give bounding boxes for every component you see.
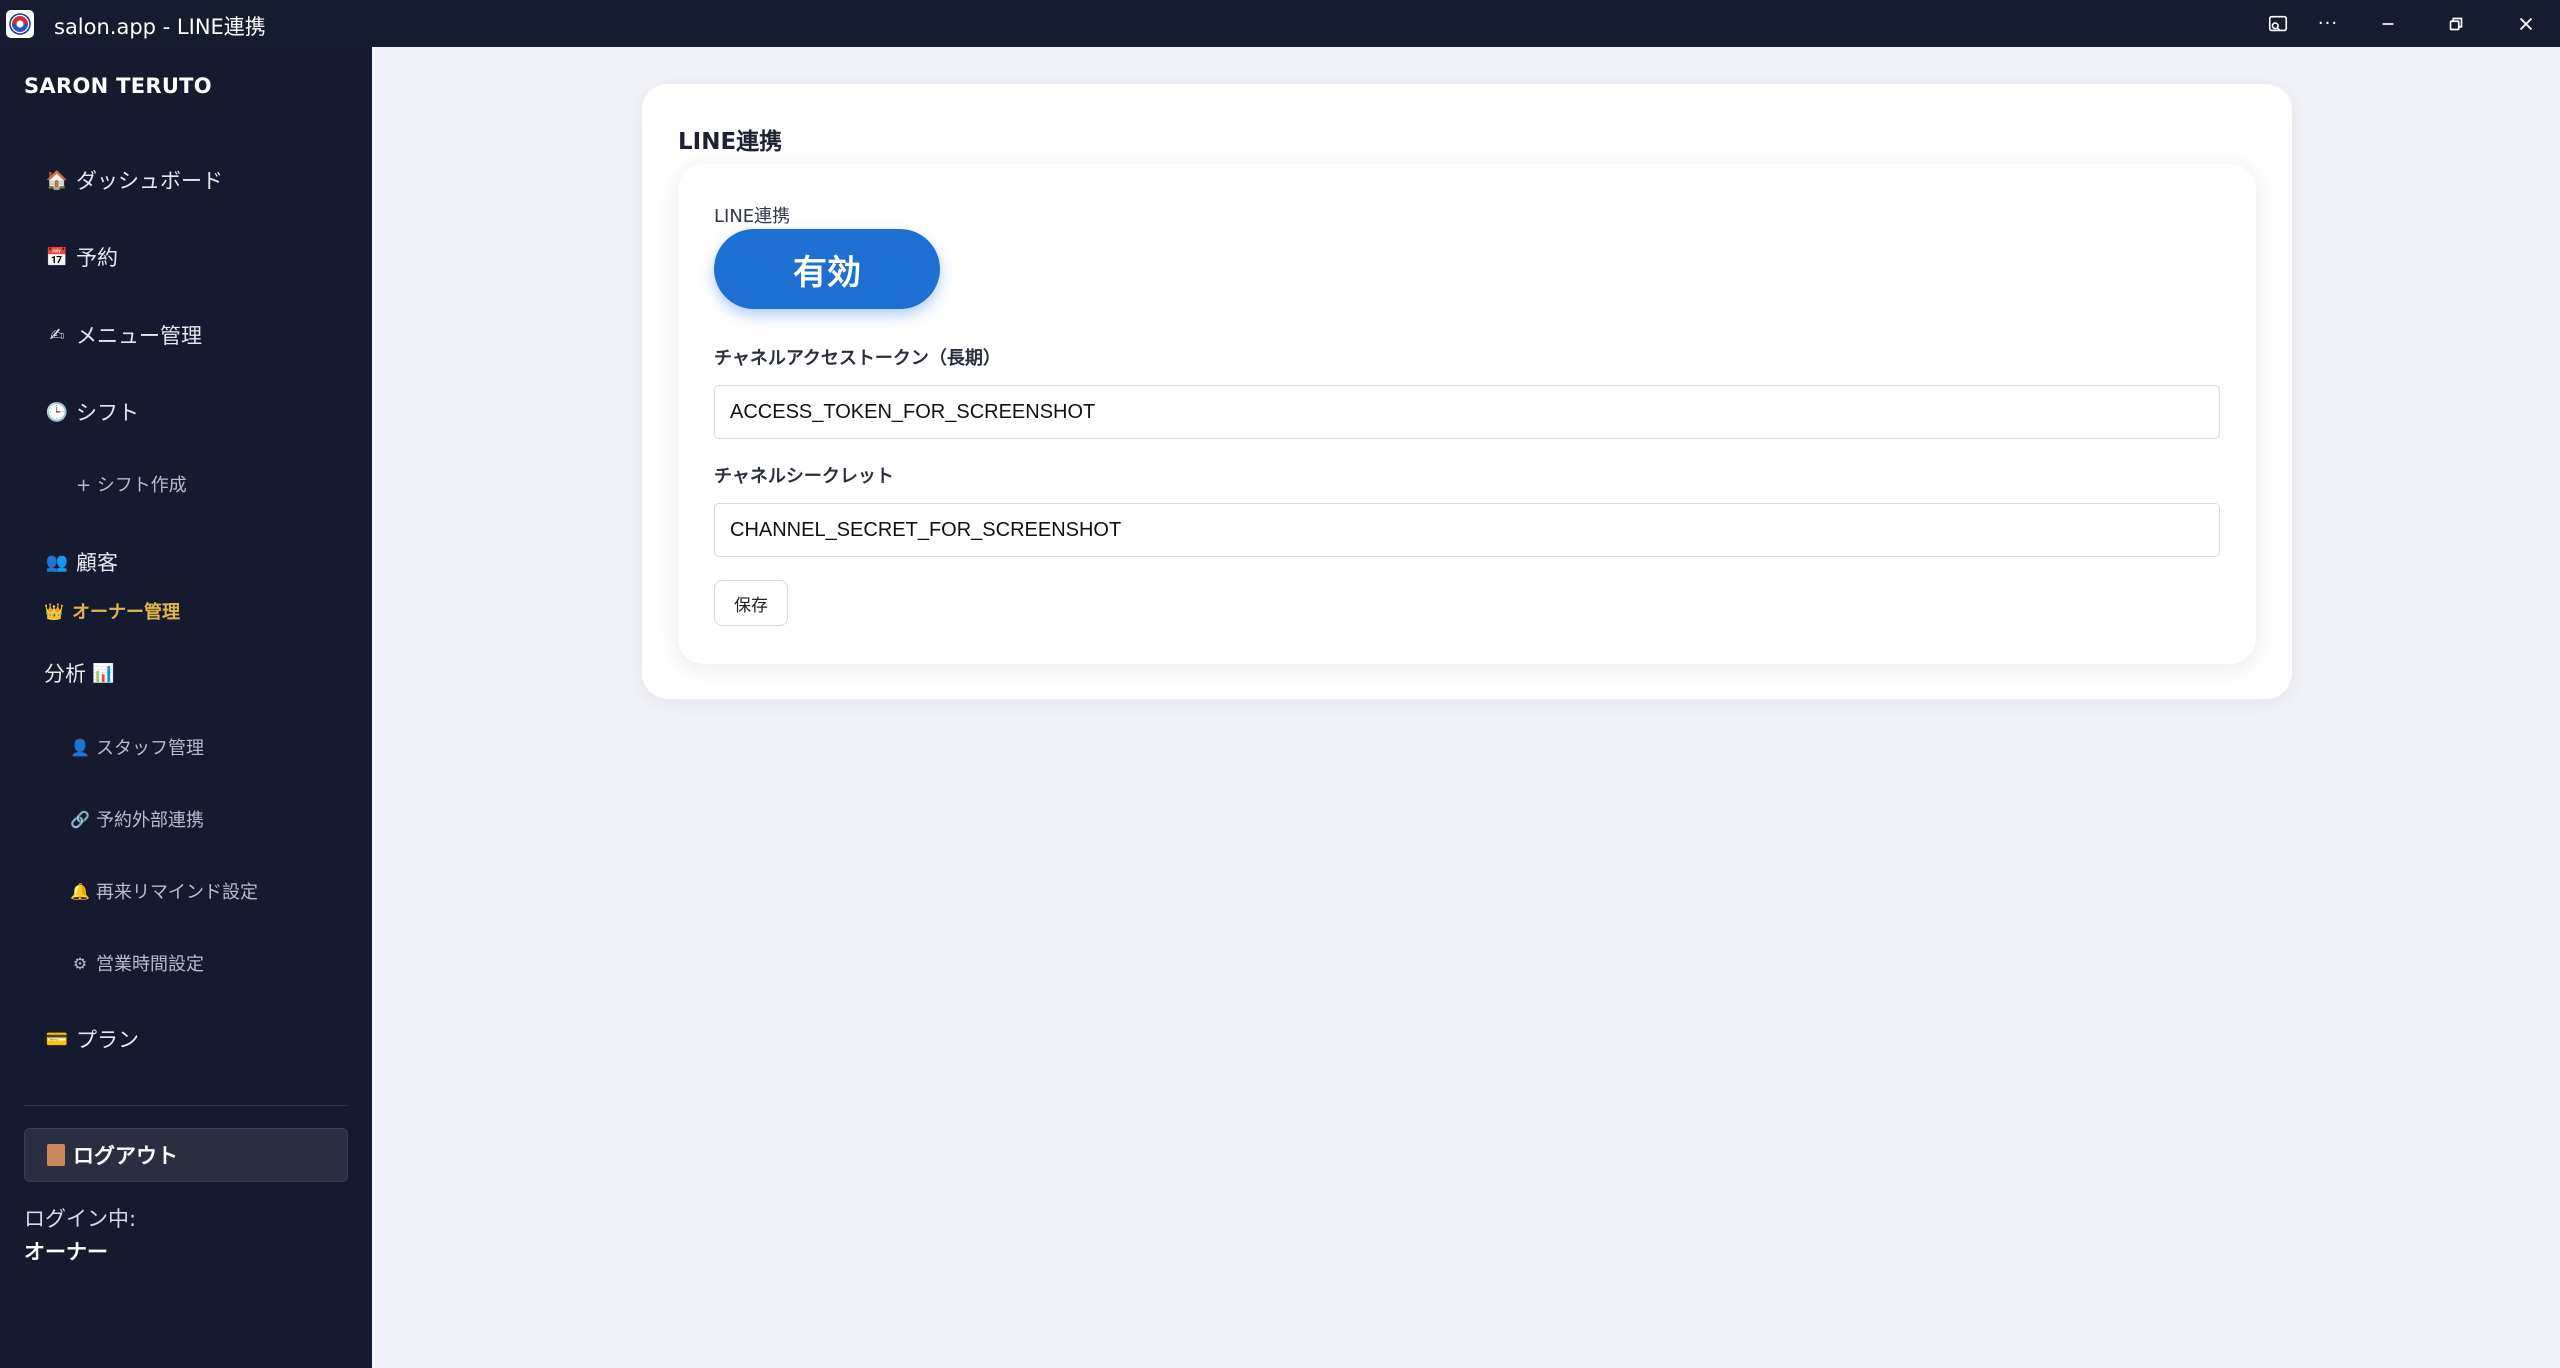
line-enable-toggle[interactable]: 有効 <box>714 229 940 309</box>
sidebar-divider <box>24 1105 348 1106</box>
sidebar-item-label: プラン <box>76 1028 139 1052</box>
sidebar-item-label: 予約 <box>76 246 118 270</box>
login-user-name: オーナー <box>24 1240 108 1264</box>
access-token-input[interactable] <box>714 385 2220 439</box>
crown-icon: 👑 <box>44 601 64 621</box>
clock-icon: 🕒 <box>45 401 69 423</box>
sidebar-item-staff-management[interactable]: 👤 スタッフ管理 <box>68 727 204 767</box>
sidebar-item-external-booking[interactable]: 🔗 予約外部連携 <box>68 799 204 839</box>
channel-secret-label: チャネルシークレット <box>714 466 894 487</box>
gear-icon: ⚙ <box>72 953 88 973</box>
sidebar-item-label: 営業時間設定 <box>96 954 204 975</box>
sidebar-item-label: 予約外部連携 <box>96 810 204 831</box>
sidebar-item-plan[interactable]: 💳 プラン <box>44 1017 139 1061</box>
sidebar-item-label: メニュー管理 <box>76 324 202 348</box>
sidebar-item-dashboard[interactable]: 🏠 ダッシュボード <box>44 158 223 202</box>
close-icon[interactable] <box>2496 0 2556 47</box>
bell-icon: 🔔 <box>70 881 90 901</box>
more-icon[interactable]: ··· <box>2298 0 2358 47</box>
page-title: LINE連携 <box>678 129 783 155</box>
calendar-icon: 📅 <box>45 246 69 268</box>
sidebar-item-shift[interactable]: 🕒 シフト <box>44 390 139 434</box>
logout-button[interactable]: ログアウト <box>24 1128 348 1182</box>
sidebar-item-label: 顧客 <box>76 551 118 575</box>
save-button[interactable]: 保存 <box>714 580 788 626</box>
channel-secret-input[interactable] <box>714 503 2220 557</box>
owner-section-header: 👑 オーナー管理 <box>44 591 180 631</box>
logout-label: ログアウト <box>73 1144 178 1168</box>
sidebar-item-revisit-reminder[interactable]: 🔔 再来リマインド設定 <box>68 871 258 911</box>
person-icon: 👤 <box>70 737 90 757</box>
line-settings-form: LINE連携 有効 チャネルアクセストークン（長期） チャネルシークレット 保存 <box>678 164 2256 664</box>
line-toggle-label: LINE連携 <box>714 206 791 227</box>
sidebar-item-label: 分析 <box>44 662 86 686</box>
sidebar-item-customers[interactable]: 👥 顧客 <box>44 540 118 584</box>
sidebar-item-analysis[interactable]: 分析 📊 <box>44 651 114 695</box>
link-icon: 🔗 <box>70 809 90 829</box>
sidebar-item-business-hours[interactable]: ⚙ 営業時間設定 <box>68 943 204 983</box>
sidebar-item-label: スタッフ管理 <box>96 738 204 759</box>
writing-hand-icon: ✍ <box>49 324 65 346</box>
house-icon: 🏠 <box>45 169 69 191</box>
title-bar: salon.app - LINE連携 ··· <box>0 0 2560 47</box>
window-title: salon.app - LINE連携 <box>54 15 266 39</box>
people-icon: 👥 <box>45 551 69 573</box>
login-status-label: ログイン中: <box>24 1207 137 1231</box>
sidebar-item-label: シフト <box>76 401 139 425</box>
sidebar-item-menu-management[interactable]: ✍ メニュー管理 <box>44 313 202 357</box>
restore-icon[interactable] <box>2426 0 2486 47</box>
card-icon: 💳 <box>45 1028 69 1050</box>
sidebar-item-label: ダッシュボード <box>76 169 223 193</box>
bar-chart-icon: 📊 <box>92 662 115 684</box>
door-icon <box>47 1144 65 1166</box>
sidebar-item-label: 再来リマインド設定 <box>96 882 258 903</box>
access-token-label: チャネルアクセストークン（長期） <box>714 348 1001 369</box>
app-icon <box>6 10 34 38</box>
brand-name: SARON TERUTO <box>24 74 212 98</box>
line-settings-card: LINE連携 LINE連携 有効 チャネルアクセストークン（長期） チャネルシー… <box>642 84 2292 699</box>
sidebar-item-create-shift[interactable]: + シフト作成 <box>76 464 187 504</box>
sidebar-item-reservations[interactable]: 📅 予約 <box>44 235 118 279</box>
owner-section-label: オーナー管理 <box>72 602 180 623</box>
minimize-icon[interactable] <box>2358 0 2418 47</box>
sidebar: SARON TERUTO 🏠 ダッシュボード 📅 予約 ✍ メニュー管理 🕒 シ… <box>0 47 372 1368</box>
